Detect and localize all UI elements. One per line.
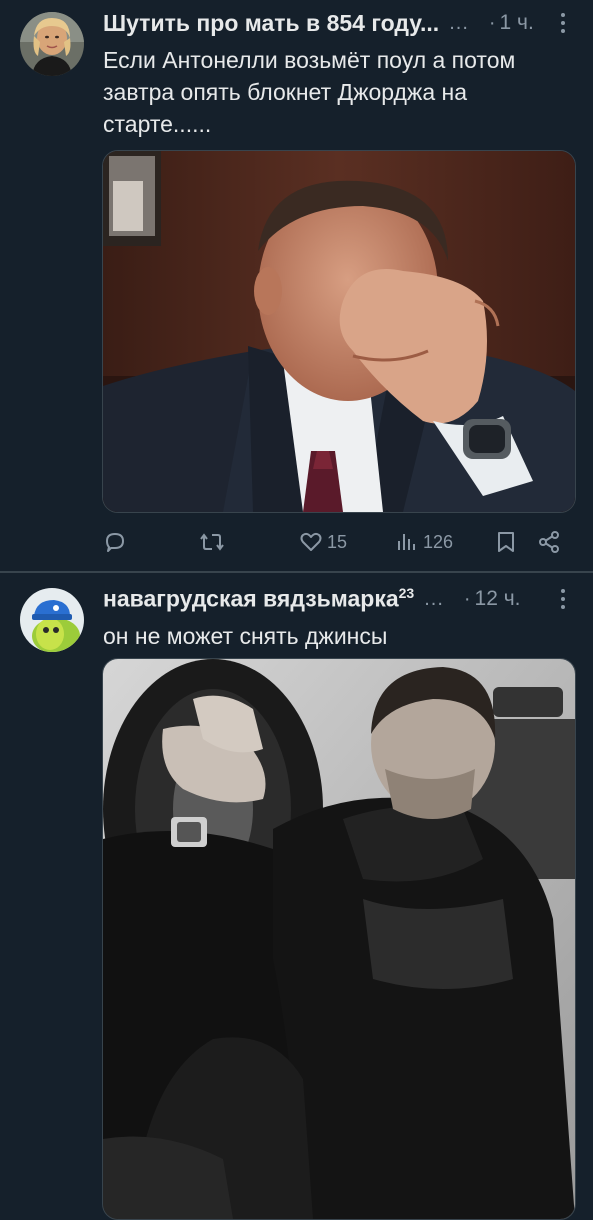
view-count: 126 — [423, 531, 454, 552]
author-name-superscript: 23 — [398, 585, 415, 602]
tweet-text: Если Антонелли возьмёт поул а потом завт… — [103, 47, 516, 137]
avatar[interactable] — [20, 12, 84, 76]
separator-dot: · — [463, 587, 471, 610]
man-leaning-on-race-car-photo — [103, 659, 575, 1219]
like-icon — [300, 532, 322, 551]
avatar[interactable] — [20, 588, 84, 652]
more-icon[interactable] — [553, 8, 573, 38]
bookmark-icon — [498, 532, 514, 552]
reply-button[interactable] — [103, 522, 127, 562]
reply-icon — [106, 533, 124, 552]
retweet-icon — [200, 533, 224, 551]
separator-dot: · — [488, 11, 496, 34]
tweet-actions: 15 126 — [103, 522, 573, 562]
views-icon — [398, 534, 415, 550]
man-facepalm-photo — [103, 151, 575, 512]
share-icon — [539, 531, 559, 553]
like-button[interactable]: 15 — [299, 522, 347, 562]
share-button[interactable] — [537, 522, 561, 562]
like-count: 15 — [327, 531, 348, 552]
bookmark-button[interactable] — [495, 522, 517, 562]
author-handle-truncated: ... — [449, 11, 469, 34]
timestamp[interactable]: 1 ч. — [500, 11, 534, 35]
tweet-image[interactable] — [102, 658, 576, 1220]
views-button[interactable]: 126 — [395, 522, 453, 562]
divider — [0, 571, 593, 573]
tweet-text: он не может снять джинсы — [103, 623, 388, 649]
author-name[interactable]: Шутить про мать в 854 году... — [103, 10, 439, 37]
author-name[interactable]: навагрудская вядзьмарка23 — [103, 585, 414, 613]
retweet-button[interactable] — [199, 522, 225, 562]
tweet-image[interactable] — [102, 150, 576, 513]
timestamp[interactable]: 12 ч. — [475, 587, 521, 611]
tweet-header: Шутить про мать в 854 году... ... · 1 ч. — [103, 6, 573, 40]
author-handle-truncated: ... — [424, 587, 444, 610]
more-icon[interactable] — [553, 584, 573, 614]
tweet[interactable]: навагрудская вядзьмарка23 ... · 12 ч. он… — [0, 574, 593, 1220]
tweet[interactable]: Шутить про мать в 854 году... ... · 1 ч.… — [0, 0, 593, 572]
tweet-header: навагрудская вядзьмарка23 ... · 12 ч. — [103, 582, 573, 616]
